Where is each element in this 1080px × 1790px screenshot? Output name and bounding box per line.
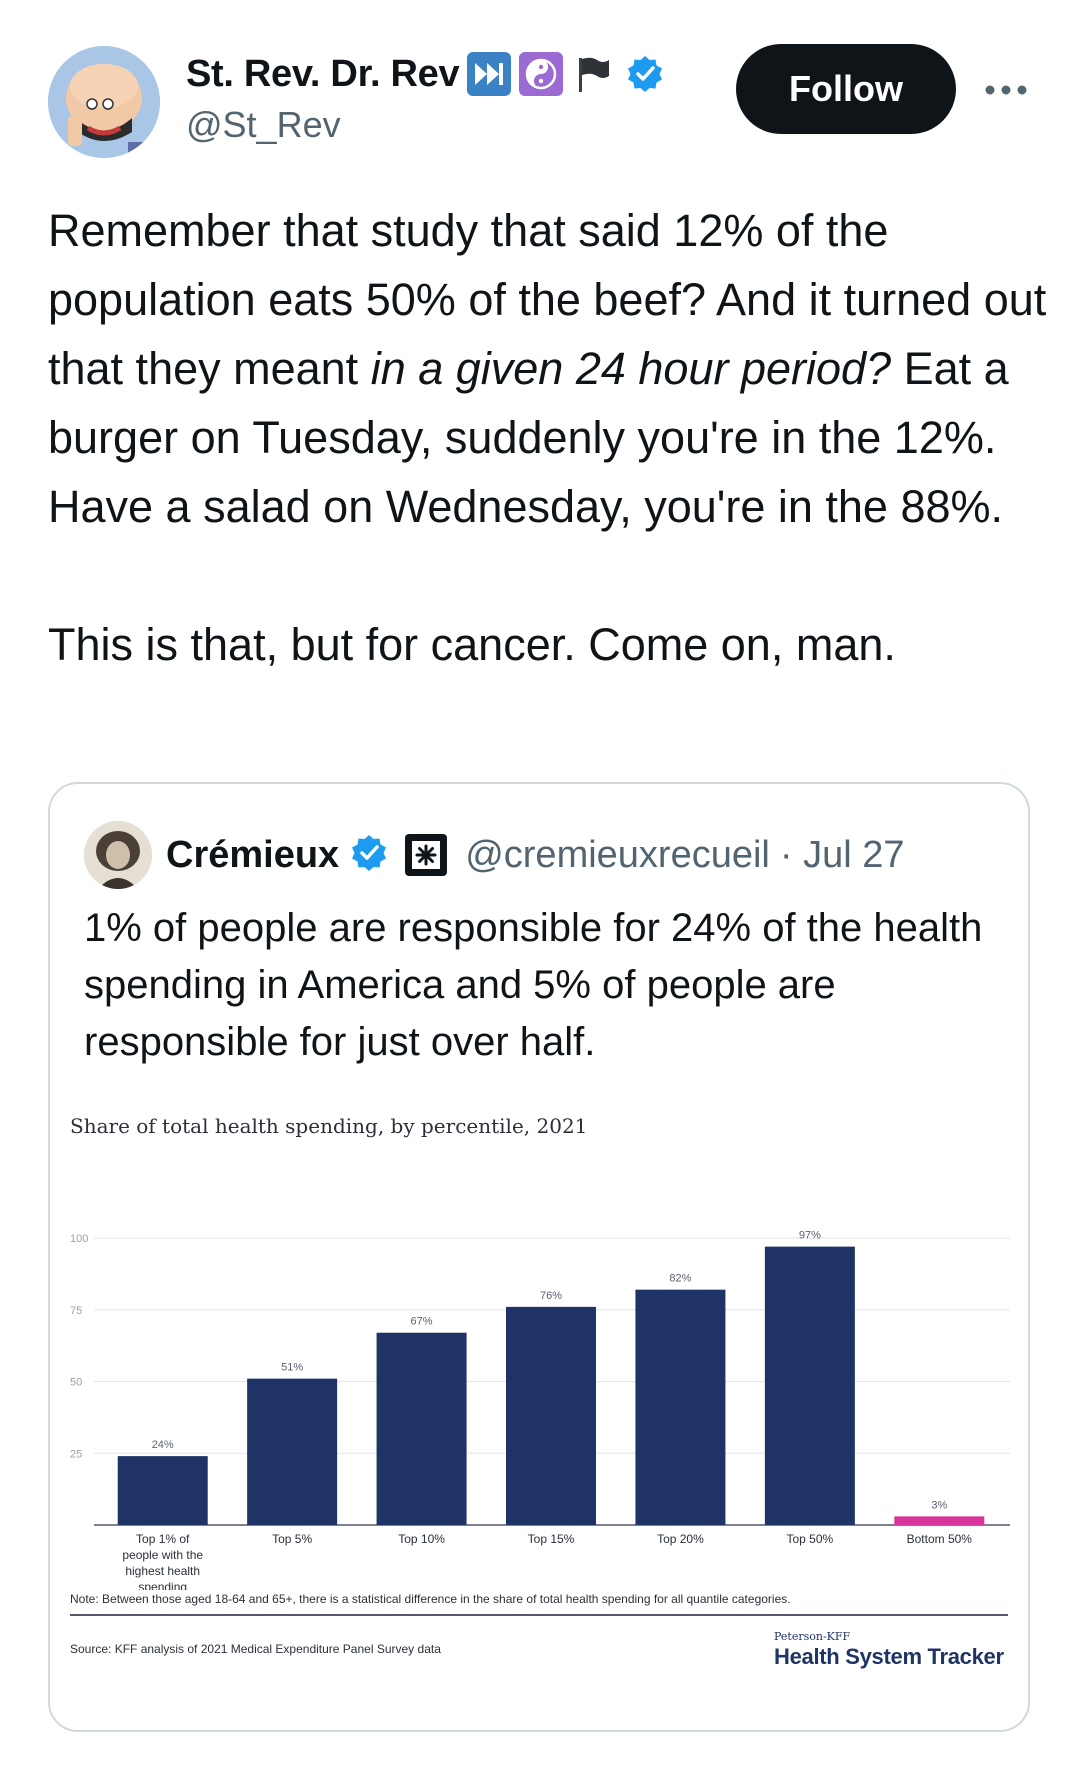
chart-title: Share of total health spending, by perce… bbox=[70, 1114, 588, 1138]
bar-value-label: 51% bbox=[281, 1362, 303, 1374]
category-label: Top 5% bbox=[272, 1532, 312, 1546]
author-avatar[interactable] bbox=[48, 46, 160, 158]
bar-value-label: 76% bbox=[540, 1290, 562, 1302]
bar-value-label: 67% bbox=[411, 1316, 433, 1328]
category-label: Top 15% bbox=[528, 1532, 575, 1546]
verified-badge-icon bbox=[623, 52, 667, 96]
quoted-author-avatar[interactable] bbox=[84, 821, 152, 889]
category-label: Top 50% bbox=[787, 1532, 834, 1546]
chart-divider bbox=[70, 1614, 1008, 1616]
chart-brand-small: Peterson-KFF bbox=[774, 1630, 851, 1643]
tweet-text-italic: in a given 24 hour period? bbox=[370, 343, 892, 394]
chart-bar bbox=[117, 1456, 208, 1525]
bar-value-label: 24% bbox=[152, 1439, 174, 1451]
tweet-paragraph-2: This is that, but for cancer. Come on, m… bbox=[48, 619, 896, 670]
chart-bar bbox=[635, 1289, 726, 1525]
category-label: Top 10% bbox=[398, 1532, 445, 1546]
chart-image[interactable]: Share of total health spending, by perce… bbox=[50, 1114, 1028, 1730]
chart-bar bbox=[764, 1246, 855, 1525]
chart-brand: Health System Tracker bbox=[774, 1644, 1004, 1669]
bar-value-label: 3% bbox=[931, 1499, 947, 1511]
follow-button[interactable]: Follow bbox=[736, 44, 956, 134]
quoted-author-name[interactable]: Crémieux bbox=[166, 834, 339, 877]
quoted-tweet-date[interactable]: · Jul 27 bbox=[780, 834, 905, 877]
category-label: Top 20% bbox=[657, 1532, 704, 1546]
chart-bar bbox=[506, 1306, 596, 1525]
chart-bar bbox=[247, 1378, 338, 1525]
author-handle[interactable]: @St_Rev bbox=[186, 104, 341, 146]
author-name-row: St. Rev. Dr. Rev bbox=[186, 46, 667, 102]
chart-source: Source: KFF analysis of 2021 Medical Exp… bbox=[70, 1642, 441, 1656]
chart-note: Note: Between those aged 18-64 and 65+, … bbox=[70, 1592, 791, 1606]
category-label: Top 1% of people with the highest health sp… bbox=[122, 1532, 203, 1590]
category-label: Bottom 50% bbox=[907, 1532, 973, 1546]
yin-yang-emoji-icon bbox=[519, 52, 564, 96]
quoted-author-handle[interactable]: @cremieuxrecueil bbox=[465, 834, 770, 877]
chart-bar bbox=[894, 1516, 985, 1525]
chart-bar bbox=[376, 1332, 467, 1525]
quoted-tweet-text: 1% of people are responsible for 24% of … bbox=[84, 906, 983, 1064]
quoted-tweet-card[interactable]: Crémieux @cremieuxrecueil · Jul 27 1% of… bbox=[48, 782, 1030, 1732]
tweet-paragraph-1: Remember that study that said 12% of the… bbox=[48, 196, 1048, 541]
next-track-emoji-icon bbox=[467, 52, 512, 96]
tweet-body: Remember that study that said 12% of the… bbox=[48, 196, 1048, 679]
more-options-icon[interactable] bbox=[982, 70, 1030, 110]
verified-badge-icon bbox=[349, 833, 389, 878]
y-tick-label: 100 bbox=[70, 1233, 88, 1245]
y-tick-label: 75 bbox=[70, 1305, 82, 1317]
tweet-header: St. Rev. Dr. Rev @St_Rev Follow bbox=[0, 0, 1080, 170]
y-tick-label: 25 bbox=[70, 1448, 82, 1460]
author-display-name[interactable]: St. Rev. Dr. Rev bbox=[186, 53, 460, 96]
y-tick-label: 50 bbox=[70, 1377, 82, 1389]
bar-chart: 25 50 75 100 24% Top 1% of people with the high… bbox=[70, 1230, 1010, 1590]
quoted-tweet-header: Crémieux @cremieuxrecueil · Jul 27 bbox=[84, 820, 905, 890]
bar-value-label: 97% bbox=[799, 1230, 821, 1242]
black-flag-emoji-icon bbox=[571, 52, 615, 96]
affiliation-badge-icon bbox=[405, 834, 448, 876]
bar-value-label: 82% bbox=[669, 1273, 691, 1285]
